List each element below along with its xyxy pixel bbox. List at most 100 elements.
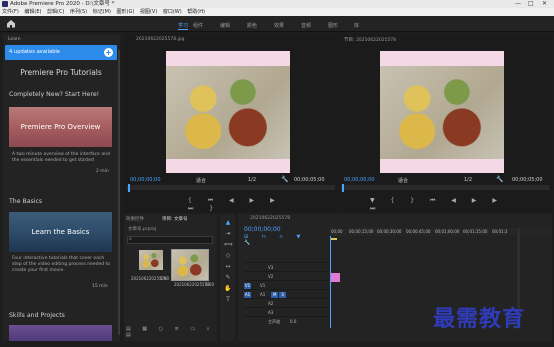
program-quality-select[interactable]: 1/2 — [464, 177, 472, 183]
program-time-ruler[interactable] — [341, 185, 549, 190]
timeline-toolbar[interactable]: ⊞ ⊓ ∩ ▼ 🔧 — [244, 234, 324, 246]
workspace-tab-learn[interactable]: 学习 — [178, 22, 188, 29]
ruler-label-6: 00;01;3 — [492, 229, 508, 234]
menu-marker[interactable]: 标记(M) — [93, 8, 111, 16]
menu-clip[interactable]: 剪辑(C) — [47, 8, 64, 16]
program-transport-controls[interactable]: ▼ { } ⏮ ◀ ▶ ▶ ⏭ — [370, 197, 520, 213]
project-item-duration-2: 5:00 — [205, 282, 214, 287]
workspace-tab-graphics[interactable]: 图形 — [328, 22, 338, 29]
updates-label: 4 updates available — [9, 49, 60, 55]
ruler-label-0: 00;00 — [331, 229, 343, 234]
close-button[interactable]: ✕ — [542, 0, 547, 8]
menu-help[interactable]: 帮助(H) — [187, 8, 205, 16]
workspace-tab-assembly[interactable]: 组件 — [193, 22, 203, 29]
timeline-playhead[interactable] — [330, 236, 331, 328]
source-fit-select[interactable]: 适合 — [196, 177, 206, 184]
timeline-tab[interactable]: 20210622025578 — [250, 216, 290, 221]
project-search-input[interactable] — [127, 236, 213, 244]
source-monitor-tab[interactable]: 20210622025578.jpg — [136, 37, 184, 42]
project-item-thumbnail-1[interactable] — [139, 250, 163, 270]
updates-banner[interactable]: 4 updates available + — [5, 45, 117, 60]
program-frame — [380, 51, 504, 173]
workspace-tab-editing[interactable]: 编辑 — [220, 22, 230, 29]
slip-tool-icon[interactable]: ↔ — [224, 263, 232, 271]
maximize-button[interactable]: □ — [528, 0, 534, 8]
menu-window[interactable]: 窗口(W) — [163, 8, 182, 16]
ruler-label-3: 00;00;45;00 — [406, 229, 431, 234]
program-duration: 00;00;05;00 — [512, 177, 543, 183]
track-v2[interactable]: V2 — [244, 263, 328, 279]
source-quality-select[interactable]: 1/2 — [248, 177, 256, 183]
source-transport-controls[interactable]: { ⏮ ◀ ▶ ▶ ⏭ } — [188, 197, 298, 213]
learn-scrollbar[interactable] — [118, 50, 120, 335]
program-playhead[interactable] — [342, 184, 344, 192]
menu-view[interactable]: 视图(V) — [140, 8, 157, 16]
search-icon: ⌕ — [129, 236, 132, 242]
project-file-name: 文章号.prproj — [128, 227, 157, 232]
workspace-tab-color[interactable]: 颜色 — [247, 22, 257, 29]
program-fit-select[interactable]: 适合 — [398, 177, 408, 184]
track-a3[interactable]: A3 — [244, 299, 328, 315]
workspace-tab-audio[interactable]: 音频 — [301, 22, 311, 29]
effect-controls-tab[interactable]: 效果控件 — [126, 216, 144, 222]
ruler-label-1: 00;00;15;00 — [349, 229, 374, 234]
project-tab[interactable]: 项目: 文章号 — [162, 216, 187, 222]
watermark-text: 最需教育 — [433, 306, 526, 332]
master-track-label: 主声道 — [268, 319, 280, 324]
work-area-bar[interactable] — [331, 238, 337, 240]
section-new-heading: Completely New? Start Here! — [9, 91, 100, 98]
source-duration: 00;00;05;00 — [294, 177, 325, 183]
skills-thumbnail[interactable] — [9, 325, 112, 341]
menu-graphics[interactable]: 图形(G) — [117, 8, 135, 16]
track-a1-solo-button[interactable]: S — [279, 292, 287, 298]
basics-duration: 15 min — [92, 284, 108, 289]
timeline-clip[interactable] — [331, 273, 340, 282]
basics-thumbnail[interactable]: Learn the Basics — [9, 212, 112, 252]
razor-tool-icon[interactable]: ◇ — [224, 252, 232, 260]
overview-description: A two minute overview of the interface a… — [12, 152, 110, 163]
basics-thumbnail-title: Learn the Basics — [31, 228, 90, 236]
add-icon[interactable]: + — [104, 48, 113, 57]
pen-tool-icon[interactable]: ✎ — [224, 274, 232, 282]
home-icon[interactable] — [6, 19, 16, 28]
workspace-tab-effects[interactable]: 效果 — [274, 22, 284, 29]
workspace-tab-libraries[interactable]: 库 — [354, 22, 359, 29]
track-v1[interactable]: V1 V1 — [244, 272, 328, 289]
overview-thumbnail[interactable]: Premiere Pro Overview — [9, 107, 112, 147]
section-basics-heading: The Basics — [9, 198, 43, 205]
source-playhead[interactable] — [128, 184, 130, 192]
active-workspace-indicator — [178, 29, 188, 30]
track-a1[interactable]: A1 A1 M S — [244, 281, 328, 298]
program-monitor-tab[interactable]: 节目: 20210622025578 — [344, 37, 396, 43]
selection-tool-icon[interactable]: ▲ — [224, 219, 232, 227]
project-item-duration-1: 5:00 — [160, 276, 169, 281]
menu-bar: 文件(F) 编辑(E) 剪辑(C) 序列(S) 标记(M) 图形(G) 视图(V… — [0, 8, 554, 16]
learn-panel-tab[interactable]: Learn — [8, 37, 21, 42]
minimize-button[interactable]: — — [515, 0, 521, 8]
window-title: Adobe Premiere Pro 2020 - D:\文章号 * — [10, 1, 115, 7]
ruler-label-2: 00;00;30;00 — [377, 229, 402, 234]
menu-sequence[interactable]: 序列(S) — [70, 8, 87, 16]
hand-tool-icon[interactable]: ✋ — [224, 285, 232, 293]
menu-edit[interactable]: 编辑(E) — [24, 8, 41, 16]
overview-thumbnail-title: Premiere Pro Overview — [20, 123, 101, 131]
timeline-timecode[interactable]: 00;00;00;00 — [244, 226, 281, 233]
overview-duration: 2 min — [96, 169, 109, 174]
project-item-thumbnail-2[interactable] — [171, 249, 209, 281]
section-skills-heading: Skills and Projects — [9, 312, 65, 319]
track-master[interactable]: 主声道 0.0 — [244, 308, 328, 324]
track-select-tool-icon[interactable]: ⇥ — [224, 230, 232, 238]
menu-file[interactable]: 文件(F) — [2, 8, 19, 16]
program-settings-icon[interactable]: 🔧 — [496, 176, 503, 183]
source-time-ruler[interactable] — [127, 185, 335, 190]
source-timecode[interactable]: 00;00;00;00 — [130, 177, 161, 183]
project-panel-toolbar[interactable]: ▤ ▦ ○ ≡ ▭ ⌕ ▤ — [126, 326, 216, 338]
ripple-edit-tool-icon[interactable]: ⟺ — [224, 241, 233, 249]
master-track-value: 0.0 — [290, 319, 297, 324]
title-bar: Adobe Premiere Pro 2020 - D:\文章号 * — □ ✕ — [0, 0, 554, 8]
source-settings-icon[interactable]: 🔧 — [281, 176, 288, 183]
ruler-label-4: 00;01;00;00 — [435, 229, 460, 234]
type-tool-icon[interactable]: T — [224, 296, 232, 304]
program-timecode[interactable]: 00;00;00;00 — [344, 177, 375, 183]
track-v3[interactable]: V3 — [244, 254, 328, 270]
